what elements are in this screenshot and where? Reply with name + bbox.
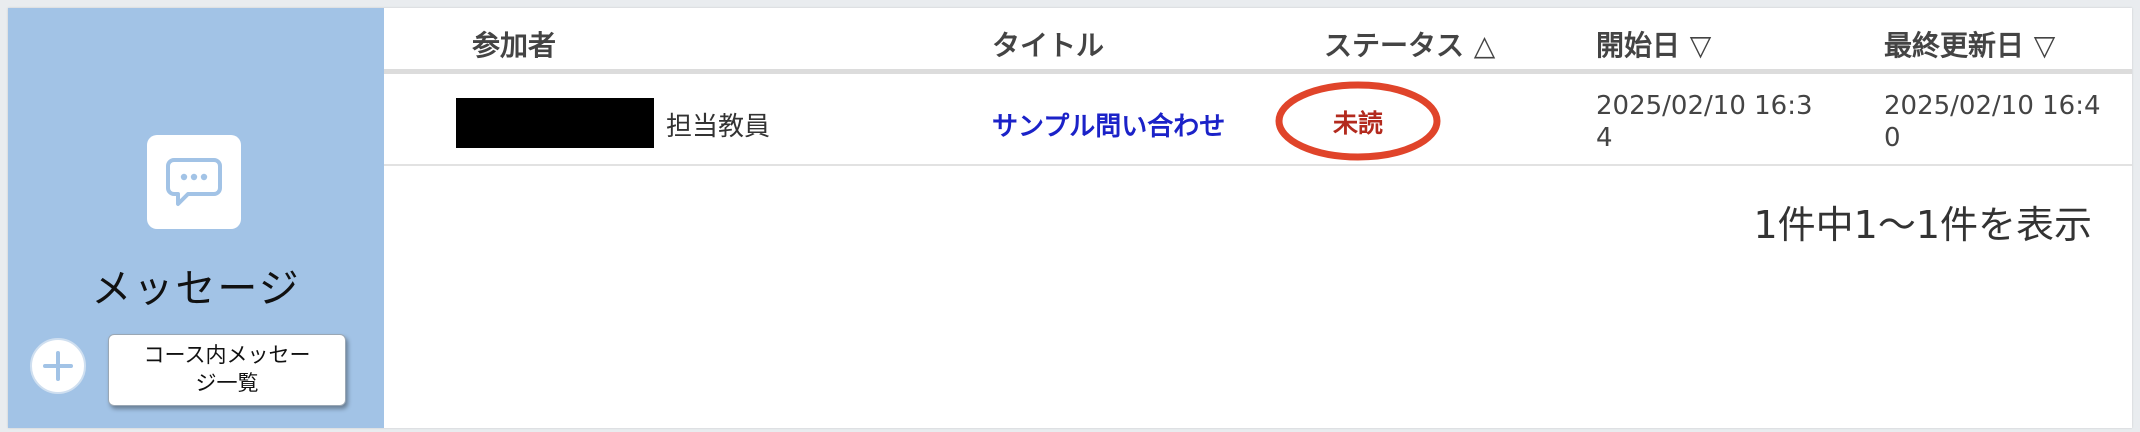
column-header-start-date[interactable]: 開始日 ▽ <box>1596 24 1711 64</box>
column-header-participant: 参加者 <box>472 29 557 62</box>
column-header-updated-date[interactable]: 最終更新日 ▽ <box>1884 24 2055 64</box>
page-frame: メッセージ コース内メッセー ジ一覧 参加者 タイトル ステータス △ 開始日 … <box>8 8 2132 428</box>
column-header-title: タイトル <box>992 29 1105 62</box>
header-divider <box>384 69 2132 74</box>
list-button-label-line1: コース内メッセー <box>143 343 311 367</box>
redacted-participant-name <box>456 98 654 148</box>
column-header-status[interactable]: ステータス △ <box>1324 24 1495 64</box>
start-date-line1: 2025/02/10 16:3 <box>1596 91 1813 121</box>
message-table: 参加者 タイトル ステータス △ 開始日 ▽ 最終更新日 ▽ 担当教員 サンプル… <box>384 8 2132 428</box>
status-cell: 未読 <box>1274 80 1442 162</box>
updated-date-cell: 2025/02/10 16:4 0 <box>1884 90 2124 154</box>
status-badge: 未読 <box>1332 109 1383 138</box>
list-button-label-line2: ジ一覧 <box>195 371 259 395</box>
sidebar-title: メッセージ <box>91 266 301 312</box>
start-date-cell: 2025/02/10 16:3 4 <box>1596 90 1836 154</box>
updated-date-line2: 0 <box>1884 123 1901 153</box>
add-message-button[interactable] <box>30 338 86 394</box>
start-date-line2: 4 <box>1596 123 1613 153</box>
sidebar: メッセージ コース内メッセー ジ一覧 <box>8 8 384 428</box>
chat-bubble-icon <box>166 158 222 206</box>
message-title-link[interactable]: サンプル問い合わせ <box>992 106 1225 143</box>
updated-date-line1: 2025/02/10 16:4 <box>1884 91 2101 121</box>
result-count: 1件中1〜1件を表示 <box>1753 203 2092 247</box>
participant-role: 担当教員 <box>666 112 771 142</box>
row-divider <box>384 164 2132 166</box>
message-icon-box <box>147 135 241 229</box>
course-message-list-button[interactable]: コース内メッセー ジ一覧 <box>108 334 346 406</box>
plus-icon <box>43 351 73 381</box>
